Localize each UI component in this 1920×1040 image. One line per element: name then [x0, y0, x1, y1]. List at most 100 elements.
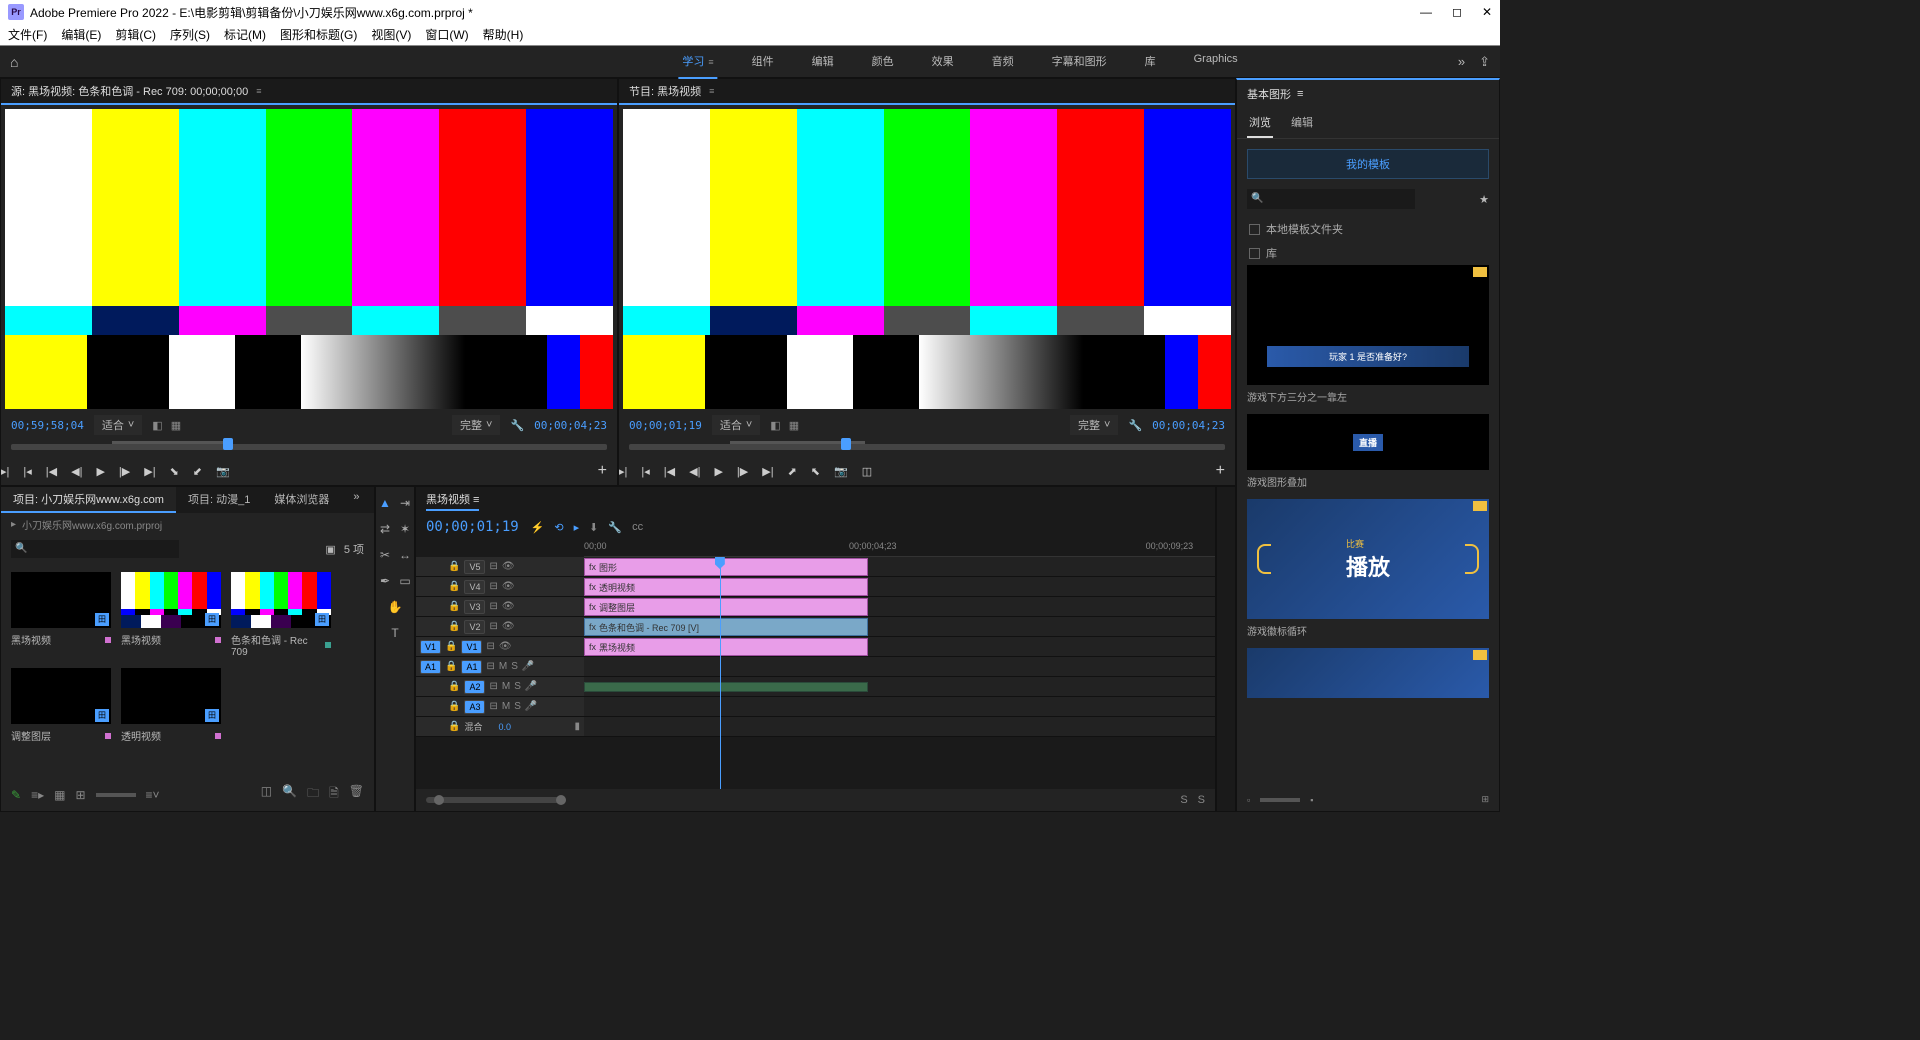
src-goto-in-icon[interactable]: |◀ — [46, 465, 57, 478]
tl-cc-icon[interactable]: cc — [632, 521, 643, 534]
track-v4-target[interactable]: V4 — [464, 580, 485, 594]
razor-tool-icon[interactable]: ✂ — [377, 547, 393, 563]
source-half-icon[interactable]: ◧ — [152, 419, 162, 432]
program-half-icon[interactable]: ◧ — [770, 419, 780, 432]
workspace-captions[interactable]: 字幕和图形 — [1048, 45, 1111, 79]
project-bin-item[interactable]: 田黑场视频 — [121, 572, 221, 658]
timeline-ruler[interactable]: 00;00 00;00;04;23 00;00;09;23 — [584, 539, 1215, 557]
eg-search-input[interactable] — [1247, 189, 1415, 209]
program-settings-icon[interactable]: 🔧 — [1128, 419, 1142, 432]
mix-value[interactable]: 0.0 — [498, 722, 511, 732]
hand-tool-icon[interactable]: ✋ — [387, 599, 403, 615]
mic-icon[interactable]: 🎤 — [525, 701, 537, 712]
lock-icon[interactable]: 🔒 — [448, 681, 460, 692]
sync-lock-icon[interactable]: ⊟ — [486, 641, 494, 652]
project-tab-2[interactable]: 媒体浏览器 — [262, 487, 341, 513]
eg-local-checkbox[interactable]: 本地模板文件夹 — [1237, 217, 1499, 241]
program-tc-in[interactable]: 00;00;01;19 — [629, 419, 702, 432]
sync-lock-icon[interactable]: ⊟ — [489, 681, 497, 692]
mic-icon[interactable]: 🎤 — [525, 681, 537, 692]
source-zoom-select[interactable]: 适合 ˅ — [94, 415, 142, 435]
eye-icon[interactable]: 👁 — [502, 621, 515, 632]
menu-sequence[interactable]: 序列(S) — [170, 26, 210, 43]
eg-template-item[interactable]: 玩家 1 是否准备好? 游戏下方三分之一靠左 — [1247, 265, 1489, 404]
sync-lock-icon[interactable]: ⊟ — [489, 621, 497, 632]
prg-comparison-icon[interactable]: ◫ — [862, 465, 872, 478]
eg-favorite-icon[interactable]: ★ — [1479, 193, 1489, 206]
src-button-editor-icon[interactable]: + — [598, 462, 607, 480]
eg-edit-tab[interactable]: 编辑 — [1289, 108, 1315, 138]
project-list-view-icon[interactable]: ≡▸ — [31, 788, 44, 802]
timeline-tracks[interactable]: 🔒V5⊟👁fx图形 🔒V4⊟👁fx透明视频 🔒V3⊟👁fx调整图层 🔒V2⊟👁f… — [416, 557, 1215, 789]
workspace-overflow-icon[interactable]: » — [1458, 54, 1465, 70]
selection-tool-icon[interactable]: ▲ — [377, 495, 393, 511]
tl-wrench-icon[interactable]: 🔧 — [608, 521, 622, 534]
tl-linked-sel-icon[interactable]: ⟲ — [554, 521, 563, 534]
project-tabs-overflow[interactable]: » — [341, 487, 371, 513]
project-tab-0[interactable]: 项目: 小刀娱乐网www.x6g.com — [1, 487, 176, 513]
prg-step-fwd-icon[interactable]: |▶ — [737, 465, 748, 478]
eg-browse-tab[interactable]: 浏览 — [1247, 108, 1273, 138]
lock-icon[interactable]: 🔒 — [448, 721, 460, 732]
sync-lock-icon[interactable]: ⊟ — [489, 601, 497, 612]
project-new-bin-icon[interactable]: 🗀 — [307, 784, 319, 805]
source-a1[interactable]: A1 — [420, 660, 441, 674]
rolling-tool-icon[interactable]: ✶ — [397, 521, 413, 537]
prg-mark-out-icon[interactable]: |◂ — [641, 465, 649, 478]
prg-export-frame-icon[interactable]: 📷 — [834, 465, 848, 478]
program-res-select[interactable]: 完整 ˅ — [1070, 415, 1118, 435]
minimize-button[interactable]: — — [1420, 5, 1432, 19]
project-zoom-slider[interactable] — [96, 793, 136, 797]
menu-markers[interactable]: 标记(M) — [224, 26, 266, 43]
source-v1[interactable]: V1 — [420, 640, 441, 654]
eg-library-checkbox[interactable]: 库 — [1237, 241, 1499, 265]
prg-button-editor-icon[interactable]: + — [1216, 462, 1225, 480]
project-filter-icon[interactable]: ▣ — [325, 543, 335, 556]
src-play-icon[interactable]: ▶ — [96, 465, 104, 478]
eg-zoom-out-icon[interactable]: ▫ — [1247, 795, 1250, 805]
workspace-editing[interactable]: 编辑 — [808, 45, 838, 79]
menu-view[interactable]: 视图(V) — [371, 26, 411, 43]
sync-lock-icon[interactable]: ⊟ — [489, 561, 497, 572]
slip-tool-icon[interactable]: ↔ — [397, 547, 413, 563]
project-write-icon[interactable]: ✎ — [11, 788, 21, 802]
lock-icon[interactable]: 🔒 — [448, 561, 460, 572]
menu-window[interactable]: 窗口(W) — [425, 26, 468, 43]
eye-icon[interactable]: 👁 — [502, 601, 515, 612]
rect-tool-icon[interactable]: ▭ — [397, 573, 413, 589]
eg-install-icon[interactable]: ⊞ — [1481, 794, 1489, 805]
src-goto-out-icon[interactable]: ▶| — [144, 465, 155, 478]
menu-edit[interactable]: 编辑(E) — [61, 26, 101, 43]
src-export-frame-icon[interactable]: 📷 — [216, 465, 230, 478]
src-step-fwd-icon[interactable]: |▶ — [119, 465, 130, 478]
project-new-item-icon[interactable]: 🗎 — [329, 784, 339, 805]
source-tc-out[interactable]: 00;00;04;23 — [534, 419, 607, 432]
workspace-assembly[interactable]: 组件 — [748, 45, 778, 79]
track-v1-target[interactable]: V1 — [461, 640, 482, 654]
home-icon[interactable]: ⌂ — [10, 54, 18, 70]
source-view-icon[interactable]: ▦ — [171, 419, 181, 432]
sequence-tab[interactable]: 黑场视频 ≡ — [426, 491, 479, 511]
lock-icon[interactable]: 🔒 — [448, 621, 460, 632]
eg-panel-tab[interactable]: 基本图形 ≡ — [1237, 80, 1499, 108]
track-v5-target[interactable]: V5 — [464, 560, 485, 574]
prg-lift-icon[interactable]: ⬈ — [788, 465, 797, 478]
src-overwrite-icon[interactable]: ⬋ — [193, 465, 202, 478]
src-step-back-icon[interactable]: ◀| — [71, 465, 82, 478]
project-bin-item[interactable]: 田黑场视频 — [11, 572, 111, 658]
workspace-effects[interactable]: 效果 — [928, 45, 958, 79]
eg-template-item[interactable]: 比赛播放 游戏徽标循环 — [1247, 499, 1489, 638]
eye-icon[interactable]: 👁 — [499, 641, 512, 652]
timeline-tc[interactable]: 00;00;01;19 — [426, 519, 519, 535]
menu-help[interactable]: 帮助(H) — [483, 26, 524, 43]
workspace-color[interactable]: 颜色 — [868, 45, 898, 79]
eg-template-item[interactable]: 直播 游戏图形叠加 — [1247, 414, 1489, 489]
prg-extract-icon[interactable]: ⬉ — [811, 465, 820, 478]
program-panel-tab[interactable]: 节目: 黑场视频≡ — [619, 79, 1235, 105]
program-view-icon[interactable]: ▦ — [789, 419, 799, 432]
source-panel-tab[interactable]: 源: 黑场视频: 色条和色调 - Rec 709: 00;00;00;00≡ — [1, 79, 617, 105]
program-viewport[interactable] — [623, 109, 1231, 409]
close-button[interactable]: ✕ — [1482, 5, 1492, 19]
source-tc-in[interactable]: 00;59;58;04 — [11, 419, 84, 432]
program-scrubber[interactable] — [619, 437, 1235, 457]
